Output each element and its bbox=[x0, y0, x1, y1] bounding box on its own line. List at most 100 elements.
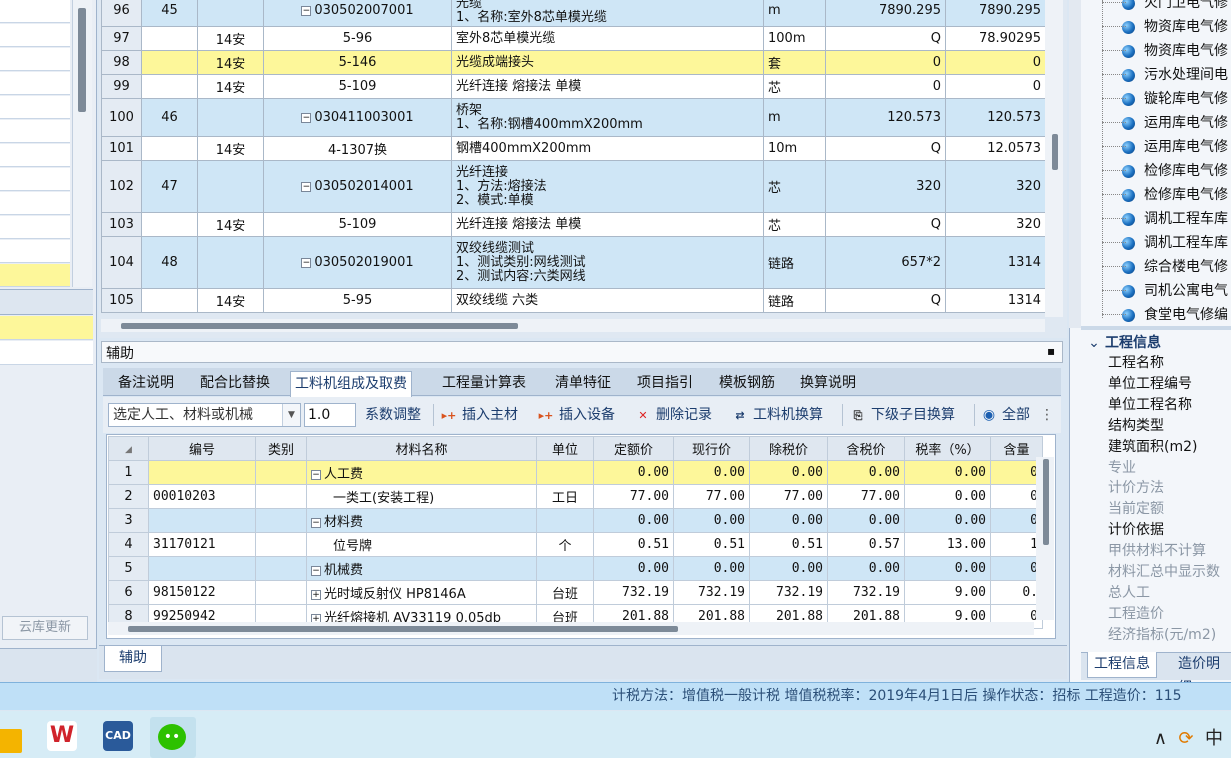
resource-rate-cell[interactable]: 13.00 bbox=[904, 532, 991, 557]
resource-p4-cell[interactable]: 0.57 bbox=[827, 532, 905, 557]
main-vertical-scrollbar-thumb[interactable] bbox=[1052, 134, 1058, 170]
bill-num-cell[interactable]: 104 bbox=[101, 236, 142, 289]
tree-item[interactable]: 调机工程车库 bbox=[1096, 207, 1231, 231]
bill-qty-cell[interactable]: 0 bbox=[825, 50, 946, 75]
tray-expand-icon[interactable]: ∧ bbox=[1154, 728, 1167, 749]
tab-project-info[interactable]: 工程信息 bbox=[1087, 652, 1157, 678]
resource-code-cell[interactable]: 31170121 bbox=[148, 532, 256, 557]
bill-type-cell[interactable]: 14安 bbox=[197, 74, 264, 99]
resource-p3-cell[interactable]: 0.00 bbox=[749, 508, 828, 533]
resource-p4-cell[interactable]: 0.00 bbox=[827, 508, 905, 533]
bill-amount-cell[interactable]: 0 bbox=[945, 74, 1046, 99]
right-splitter[interactable] bbox=[1081, 326, 1231, 330]
tab-detail-3[interactable]: 工程量计算表 bbox=[438, 371, 530, 397]
bill-qty-cell[interactable]: Q bbox=[825, 212, 946, 237]
bill-qty-cell[interactable]: 657*2 bbox=[825, 236, 946, 289]
tree-item[interactable]: 食堂电气修编 bbox=[1096, 303, 1231, 327]
bill-num-cell[interactable]: 105 bbox=[101, 288, 142, 313]
resource-p3-cell[interactable]: 732.19 bbox=[749, 580, 828, 605]
left-list-row[interactable] bbox=[0, 240, 70, 263]
tab-detail-1[interactable]: 配合比替换 bbox=[196, 371, 274, 397]
tree-item[interactable]: 镟轮库电气修 bbox=[1096, 87, 1231, 111]
resource-p2-cell[interactable]: 0.00 bbox=[673, 460, 750, 485]
bill-type-cell[interactable] bbox=[197, 98, 264, 137]
resource-p1-cell[interactable]: 0.00 bbox=[593, 460, 674, 485]
collapse-icon[interactable]: − bbox=[301, 181, 312, 192]
left-list-row[interactable] bbox=[0, 168, 70, 191]
left-scrollbar-thumb[interactable] bbox=[78, 8, 86, 112]
resource-p3-cell[interactable]: 0.00 bbox=[749, 460, 828, 485]
bill-row[interactable]: 104 48−030502019001 双绞线缆测试 1、测试类别:网线测试 2、测试内… bbox=[101, 236, 1046, 289]
bill-row[interactable]: 96 45−030502007001 光缆 1、名称:室外8芯单模光缆 m 7890.29… bbox=[101, 0, 1046, 27]
resource-n-cell[interactable]: 4 bbox=[108, 532, 149, 557]
bill-name-cell[interactable]: 光缆 1、名称:室外8芯单模光缆 bbox=[451, 0, 764, 27]
bill-num-cell[interactable]: 102 bbox=[101, 160, 142, 213]
bill-seq-cell[interactable] bbox=[141, 74, 198, 99]
sub-item-swap-button[interactable]: ⎘ 下级子目换算 bbox=[849, 405, 955, 426]
bill-seq-cell[interactable]: 47 bbox=[141, 160, 198, 213]
bill-qty-cell[interactable]: Q bbox=[825, 26, 946, 51]
resource-qty-cell[interactable]: 0 bbox=[990, 556, 1043, 581]
bill-unit-cell[interactable]: 套 bbox=[763, 50, 826, 75]
folder-icon[interactable] bbox=[0, 729, 22, 753]
bill-seq-cell[interactable] bbox=[141, 26, 198, 51]
tree-item[interactable]: 调机工程车库 bbox=[1096, 231, 1231, 255]
left-list-row[interactable] bbox=[0, 24, 70, 47]
bill-seq-cell[interactable]: 45 bbox=[141, 0, 198, 27]
bill-code-cell[interactable]: 5-109 bbox=[263, 212, 452, 237]
resource-p4-cell[interactable]: 77.00 bbox=[827, 484, 905, 509]
tab-detail-4[interactable]: 清单特征 bbox=[551, 371, 615, 397]
bill-code-cell[interactable]: 5-109 bbox=[263, 74, 452, 99]
bill-num-cell[interactable]: 100 bbox=[101, 98, 142, 137]
resource-unit-cell[interactable] bbox=[536, 460, 594, 485]
project-info-field[interactable]: 建筑面积(m2) bbox=[1108, 437, 1231, 457]
resource-cat-cell[interactable] bbox=[255, 508, 307, 533]
bill-code-cell[interactable]: −030502007001 bbox=[263, 0, 452, 27]
project-info-field[interactable]: 单位工程名称 bbox=[1108, 395, 1231, 415]
bill-seq-cell[interactable]: 46 bbox=[141, 98, 198, 137]
bill-name-cell[interactable]: 双绞线缆测试 1、测试类别:网线测试 2、测试内容:六类网线 bbox=[451, 236, 764, 289]
resource-unit-cell[interactable] bbox=[536, 556, 594, 581]
resource-column-header[interactable]: 含量 bbox=[990, 436, 1043, 461]
pin-icon[interactable]: ▪ bbox=[1047, 344, 1055, 358]
collapse-icon[interactable]: − bbox=[301, 112, 312, 123]
left-list-row[interactable] bbox=[0, 0, 70, 23]
bill-num-cell[interactable]: 97 bbox=[101, 26, 142, 51]
left-list-row[interactable] bbox=[0, 120, 70, 143]
collapse-icon[interactable]: − bbox=[311, 517, 321, 528]
resource-code-cell[interactable] bbox=[148, 460, 256, 485]
tree-item[interactable]: 污水处理间电 bbox=[1096, 63, 1231, 87]
coefficient-adjust-button[interactable]: 系数调整 bbox=[365, 405, 421, 425]
left-list-row[interactable] bbox=[0, 192, 70, 215]
resource-p2-cell[interactable]: 0.00 bbox=[673, 508, 750, 533]
resource-qty-cell[interactable]: 0. bbox=[990, 580, 1043, 605]
resource-cat-cell[interactable] bbox=[255, 580, 307, 605]
resource-qty-cell[interactable]: 1 bbox=[990, 532, 1043, 557]
tab-cost-detail[interactable]: 造价明细 bbox=[1172, 652, 1231, 696]
left-selected-row[interactable] bbox=[0, 316, 93, 340]
bill-amount-cell[interactable]: 0 bbox=[945, 50, 1046, 75]
resource-row[interactable]: 4 31170121 位号牌个 0.51 0.51 0.51 0.57 13.00 1 bbox=[108, 532, 1043, 557]
resource-p4-cell[interactable]: 0.00 bbox=[827, 460, 905, 485]
chevron-down-icon[interactable]: ▼ bbox=[282, 404, 300, 426]
bill-qty-cell[interactable]: 7890.295 bbox=[825, 0, 946, 27]
left-list-row[interactable] bbox=[0, 48, 70, 71]
resource-rate-cell[interactable]: 0.00 bbox=[904, 460, 991, 485]
resource-name-cell[interactable]: + 光时域反射仪 HP8146A bbox=[306, 580, 537, 605]
bill-type-cell[interactable] bbox=[197, 160, 264, 213]
tab-detail-0[interactable]: 备注说明 bbox=[114, 371, 178, 397]
insert-equipment-button[interactable]: ▸+ 插入设备 bbox=[537, 405, 615, 426]
bill-unit-cell[interactable]: m bbox=[763, 0, 826, 27]
bill-num-cell[interactable]: 101 bbox=[101, 136, 142, 161]
bill-seq-cell[interactable]: 48 bbox=[141, 236, 198, 289]
bill-amount-cell[interactable]: 1314 bbox=[945, 236, 1046, 289]
resource-row[interactable]: 2 00010203 一类工(安装工程) 工日 77.00 77.00 77.00 77.00… bbox=[108, 484, 1043, 509]
bill-type-cell[interactable]: 14安 bbox=[197, 288, 264, 313]
tree-item[interactable]: 检修库电气修 bbox=[1096, 159, 1231, 183]
resource-name-cell[interactable]: − 人工费 bbox=[306, 460, 537, 485]
tab-detail-6[interactable]: 模板钢筋 bbox=[715, 371, 779, 397]
bill-unit-cell[interactable]: 芯 bbox=[763, 160, 826, 213]
resource-qty-cell[interactable]: 0 bbox=[990, 460, 1043, 485]
bill-unit-cell[interactable]: 链路 bbox=[763, 236, 826, 289]
bill-amount-cell[interactable]: 12.0573 bbox=[945, 136, 1046, 161]
